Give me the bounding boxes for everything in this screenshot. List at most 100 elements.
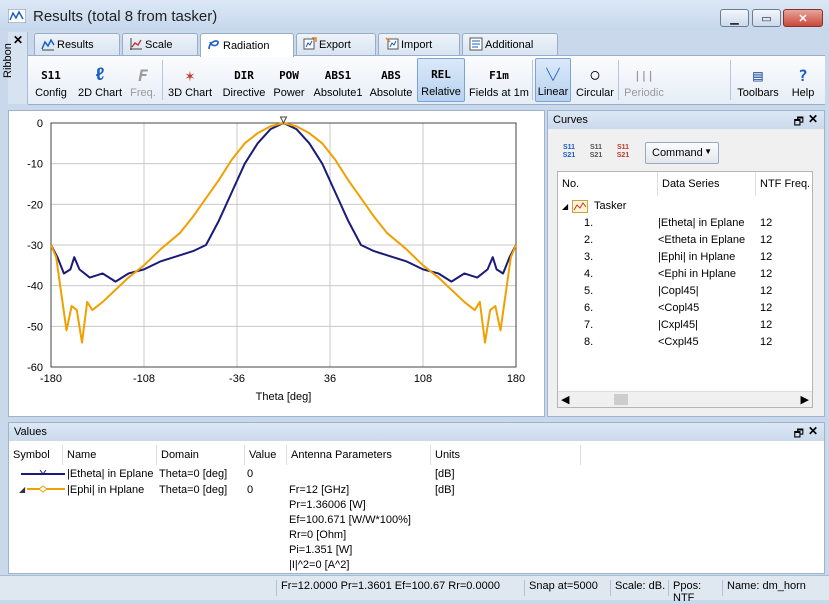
periodic-icon: |||	[634, 68, 654, 82]
antenna-param: Pr=1.36006 [W]	[289, 499, 366, 511]
app-icon	[8, 9, 26, 23]
column-header[interactable]: Data Series	[658, 172, 756, 196]
column-header[interactable]: Symbol	[9, 445, 63, 465]
absolute-button[interactable]: ABS Absolute	[368, 58, 414, 102]
column-header[interactable]: Domain	[157, 445, 245, 465]
relative-button[interactable]: REL Relative	[417, 58, 465, 102]
value-name: |Ephi| in Hplane	[67, 484, 145, 496]
column-header[interactable]: NTF Freq.	[756, 172, 812, 196]
value-domain: Theta=0 [deg]	[159, 468, 228, 480]
scroll-right-icon[interactable]: ▶	[801, 393, 809, 406]
y-tick-label: -50	[27, 321, 43, 333]
2d-chart-button[interactable]: ℓ 2D Chart	[76, 58, 124, 102]
curve-no: 1.	[584, 217, 594, 229]
minimize-button[interactable]: ▁	[720, 9, 749, 27]
curve-no: 2.	[584, 234, 594, 246]
fields-at-1m-icon: F1m	[489, 68, 509, 82]
float-icon[interactable]: 🗗	[794, 113, 804, 132]
curve-row[interactable]: 1. |Etheta| in Eplane 12	[558, 215, 812, 232]
values-header: Values 🗗 ✕	[9, 423, 824, 441]
curves-table: No. Data Series NTF Freq. ◢ Tasker 1. |Eth…	[557, 171, 813, 408]
value-domain: Theta=0 [deg]	[159, 484, 228, 496]
expand-icon[interactable]: ◢	[562, 198, 568, 215]
fields-at-1m-button[interactable]: F1m Fields at 1m	[467, 58, 531, 102]
y-tick-label: -10	[27, 159, 43, 171]
minimize-icon: ▁	[730, 12, 739, 25]
toolbar-label: Absolute1	[313, 87, 363, 99]
power-button[interactable]: POW Power	[270, 58, 308, 102]
freq-icon: F	[138, 65, 148, 85]
ribbon-label[interactable]: Ribbon	[2, 38, 14, 78]
toolbar-label: Config	[35, 87, 67, 99]
tasker-icon	[572, 200, 588, 213]
curve-row[interactable]: 2. <Etheta in Eplane 12	[558, 232, 812, 249]
y-tick-label: -60	[27, 362, 43, 374]
curve-row[interactable]: 3. |Ephi| in Hplane 12	[558, 249, 812, 266]
maximize-button[interactable]: ▭	[752, 9, 781, 27]
circular-button[interactable]: ◯ Circular	[574, 58, 616, 102]
chart-pane[interactable]: -180 -108 -36 36 108 180 0 -10 -20 -30 -40 -50 -60 Th…	[8, 110, 545, 417]
s11-s21-grid-icon[interactable]: S11 S21	[586, 144, 606, 162]
float-icon[interactable]: 🗗	[794, 425, 804, 444]
config-button[interactable]: S11 Config	[32, 58, 70, 102]
status-scale: Scale: dB.	[610, 580, 666, 596]
tab-label: Additional	[485, 38, 534, 51]
curve-row[interactable]: 4. <Ephi in Hplane 12	[558, 266, 812, 283]
curve-row[interactable]: 7. |Cxpl45| 12	[558, 317, 812, 334]
linear-button[interactable]: ╲╱ Linear	[535, 58, 571, 102]
tree-group-tasker[interactable]: ◢ Tasker	[558, 198, 812, 215]
tab-scale[interactable]: Scale	[122, 33, 198, 55]
periodic-button[interactable]: ||| Periodic	[621, 58, 667, 102]
horizontal-scrollbar[interactable]: ◀ ▶	[558, 391, 812, 407]
column-header[interactable]: Name	[63, 445, 157, 465]
close-button[interactable]: ✕	[783, 9, 823, 27]
command-dropdown[interactable]: Command ▼	[645, 142, 719, 164]
toolbar-label: 3D Chart	[167, 87, 213, 99]
x-tick-label: 180	[507, 373, 525, 385]
help-button[interactable]: ? Help	[786, 58, 820, 102]
curves-title: Curves	[553, 114, 588, 126]
curves-header: Curves 🗗 ✕	[548, 111, 824, 129]
tab-import[interactable]: Import	[378, 33, 460, 55]
scroll-thumb[interactable]	[614, 394, 628, 405]
radiation-chart[interactable]: -180 -108 -36 36 108 180 0 -10 -20 -30 -40 -50 -60 Th…	[9, 111, 546, 418]
tab-additional[interactable]: Additional	[462, 33, 558, 55]
curve-series: <Etheta in Eplane	[658, 234, 746, 246]
3d-chart-icon: ✶	[185, 65, 195, 85]
s11-s21-red-icon[interactable]: S11 S21	[613, 144, 633, 162]
column-header[interactable]: Value	[245, 445, 287, 465]
curve-row[interactable]: 5. |Copl45| 12	[558, 283, 812, 300]
curve-freq: 12	[760, 285, 773, 297]
absolute1-button[interactable]: ABS1 Absolute1	[310, 58, 366, 102]
value-units: [dB]	[435, 468, 455, 480]
toolbar-label: Help	[791, 87, 815, 99]
scroll-left-icon[interactable]: ◀	[561, 393, 569, 406]
tab-export[interactable]: Export	[296, 33, 376, 55]
tab-radiation[interactable]: Radiation	[200, 33, 294, 57]
close-icon[interactable]: ✕	[808, 424, 818, 438]
curve-no: 7.	[584, 319, 594, 331]
toolbar-label: Linear	[537, 86, 569, 98]
antenna-param: Rr=0 [Ohm]	[289, 529, 347, 541]
curve-no: 8.	[584, 336, 594, 348]
curve-no: 4.	[584, 268, 594, 280]
column-header[interactable]: Units	[431, 445, 581, 465]
tab-results[interactable]: Results	[34, 33, 120, 55]
toolbar-separator	[532, 60, 533, 100]
column-header[interactable]: Antenna Parameters	[287, 445, 431, 465]
value-units: [dB]	[435, 484, 455, 496]
curve-series: |Copl45|	[658, 285, 699, 297]
toolbars-button[interactable]: ▤ Toolbars	[734, 58, 782, 102]
close-icon[interactable]: ✕	[808, 112, 818, 126]
freq-button[interactable]: F Freq.	[126, 58, 160, 102]
directive-button[interactable]: DIR Directive	[220, 58, 268, 102]
antenna-param: Fr=12 [GHz]	[289, 484, 350, 496]
s11-s21-icon[interactable]: S11 S21	[559, 144, 579, 162]
curve-row[interactable]: 6. <Copl45 12	[558, 300, 812, 317]
scale-icon	[130, 38, 142, 50]
toolbar-label: Fields at 1m	[469, 87, 529, 99]
column-header[interactable]: No.	[558, 172, 658, 196]
3d-chart-button[interactable]: ✶ 3D Chart	[165, 58, 215, 102]
curve-row[interactable]: 8. <Cxpl45 12	[558, 334, 812, 351]
curve-freq: 12	[760, 336, 773, 348]
